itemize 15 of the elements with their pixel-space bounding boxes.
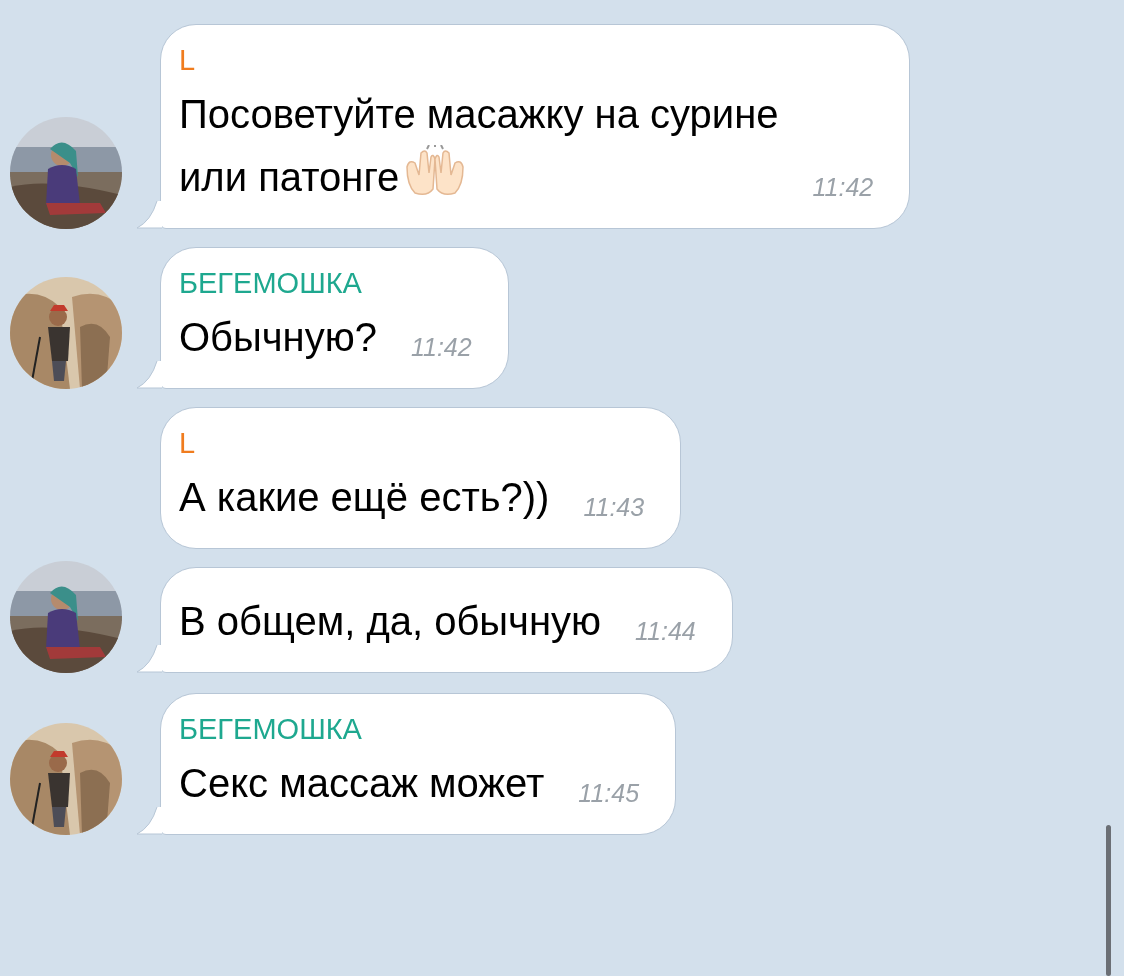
message-time: 11:44: [635, 615, 696, 647]
message-time: 11:45: [578, 777, 640, 809]
scrollbar[interactable]: [1106, 825, 1111, 976]
message-time: 11:42: [812, 171, 874, 203]
message-time: 11:42: [410, 331, 472, 363]
sender-name: L: [179, 43, 196, 77]
message-text: Обычную?: [179, 314, 377, 361]
message-time: 11:43: [583, 491, 645, 523]
sender-name: L: [179, 426, 196, 460]
sender-name: БЕГЕМОШКА: [179, 266, 362, 300]
message-text: Посоветуйте масажку на сурине или патонге: [179, 91, 779, 201]
message-text: Секс массаж может: [179, 760, 545, 807]
message-text: В общем, да, обычную: [179, 598, 602, 645]
sender-name: БЕГЕМОШКА: [179, 712, 362, 746]
message-text: А какие ещё есть?)): [179, 474, 550, 521]
